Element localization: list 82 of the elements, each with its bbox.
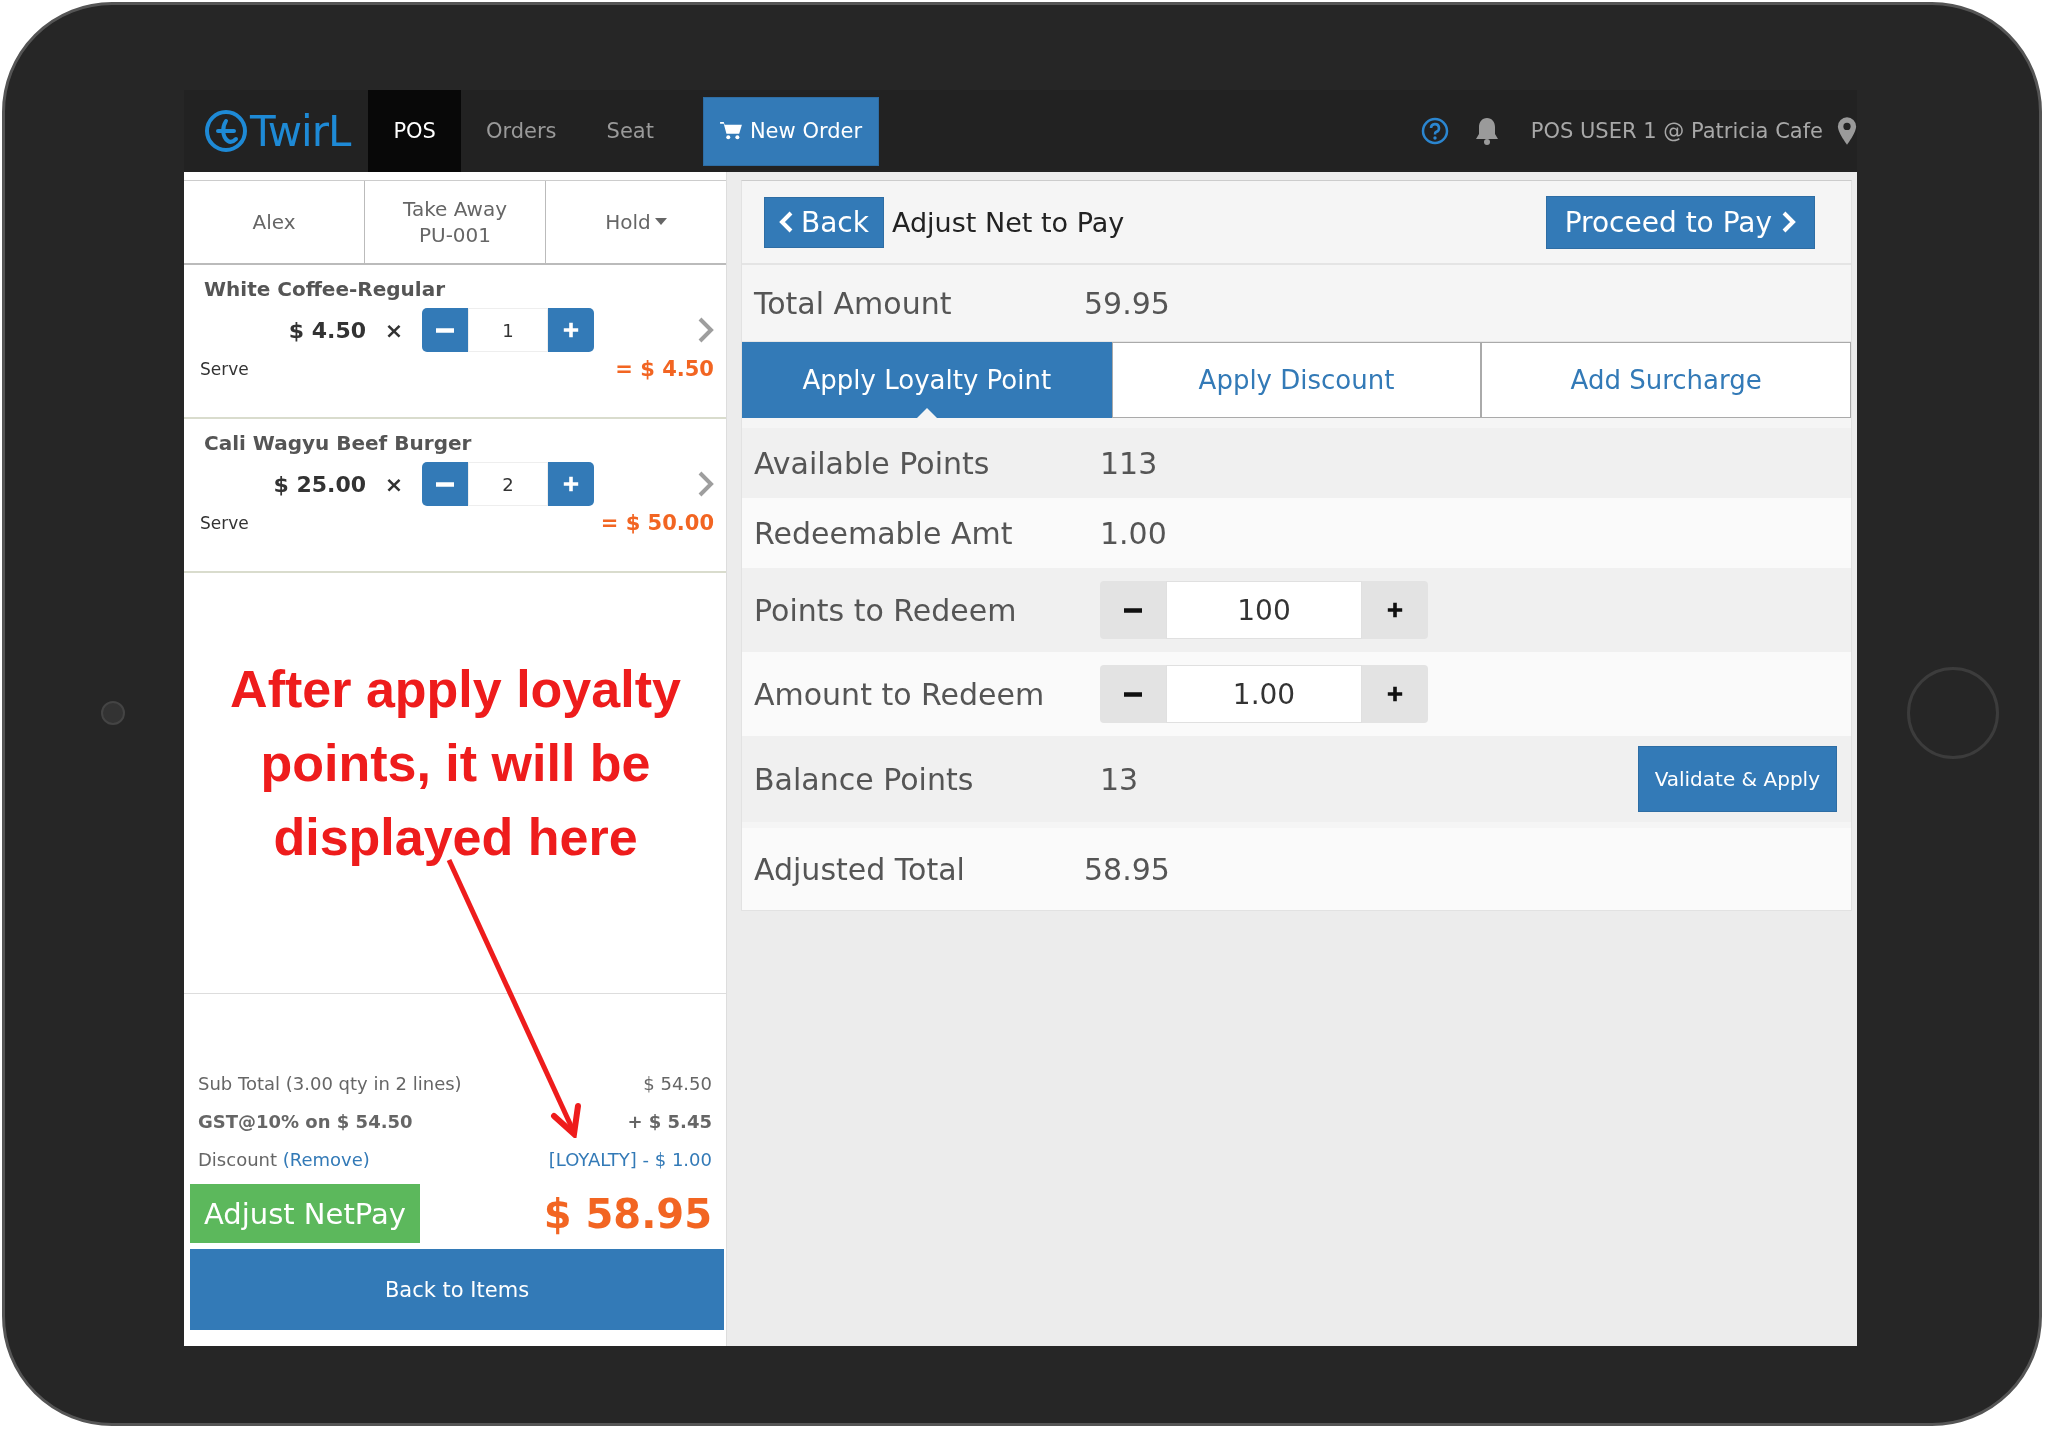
- decrease-button[interactable]: [422, 462, 468, 506]
- line-total: = $ 4.50: [615, 357, 714, 381]
- tab-label: Take Away: [403, 196, 507, 222]
- option-tab[interactable]: Add Surcharge: [1481, 342, 1851, 418]
- discount-value: [LOYALTY] - $ 1.00: [548, 1148, 712, 1170]
- location-pin-icon[interactable]: [1837, 117, 1857, 145]
- minus-icon: [436, 327, 454, 333]
- nav-tab[interactable]: POS: [368, 90, 461, 172]
- pointer-icon: [916, 408, 937, 418]
- chevron-left-icon: [779, 211, 793, 233]
- order-tab[interactable]: Take Away PU-001: [365, 181, 546, 263]
- nav-tab[interactable]: Orders: [460, 90, 582, 172]
- cart-icon: [719, 121, 742, 141]
- item-note: Serve: [200, 359, 249, 379]
- field-label: Available Points: [754, 445, 991, 481]
- plus-icon: [1386, 601, 1404, 619]
- option-tab[interactable]: Apply Discount: [1111, 342, 1482, 418]
- chevron-right-icon[interactable]: [698, 317, 714, 343]
- field-value: 13: [1100, 761, 1139, 797]
- field-value: 1.00: [1100, 515, 1167, 551]
- minus-icon: [1124, 607, 1142, 613]
- decrease-button[interactable]: [422, 308, 468, 352]
- panel-title: Adjust Net to Pay: [892, 206, 1125, 238]
- order-item[interactable]: White Coffee-Regular $ 4.50 × 1 Serve = $ 4.50: [184, 265, 726, 419]
- minus-icon: [1124, 691, 1142, 697]
- chevron-right-icon: [1782, 211, 1796, 233]
- tax-label: GST@10% on $ 54.50: [198, 1110, 413, 1132]
- tab-label: Hold: [605, 209, 651, 235]
- quantity-field[interactable]: 2: [468, 462, 548, 506]
- minus-icon: [436, 481, 454, 487]
- back-to-items-button[interactable]: Back to Items: [190, 1249, 724, 1330]
- validate-apply-button[interactable]: Validate & Apply: [1637, 746, 1837, 812]
- back-button[interactable]: Back: [764, 196, 884, 248]
- total-amount-label: Total Amount: [754, 285, 953, 321]
- item-name: White Coffee-Regular: [203, 277, 447, 301]
- subtotal-label: Sub Total (3.00 qty in 2 lines): [198, 1072, 462, 1094]
- help-icon[interactable]: [1420, 117, 1449, 145]
- increase-button[interactable]: [548, 308, 594, 352]
- plus-icon: [1386, 685, 1404, 703]
- field-value: 113: [1100, 445, 1158, 481]
- remove-link[interactable]: (Remove): [282, 1148, 370, 1170]
- increase-button[interactable]: [1362, 665, 1428, 723]
- chevron-right-icon[interactable]: [698, 471, 714, 497]
- line-total: = $ 50.00: [600, 511, 714, 535]
- new-order-button[interactable]: New Order: [702, 96, 880, 166]
- field-label: Amount to Redeem: [754, 676, 1046, 712]
- amount-field[interactable]: 100: [1166, 581, 1362, 639]
- times-sign: ×: [383, 317, 405, 343]
- item-price: $ 4.50: [287, 317, 366, 343]
- proceed-to-pay-button[interactable]: Proceed to Pay: [1545, 195, 1815, 249]
- annotation-text: After apply loyalty points, it will be displayed here: [229, 659, 682, 868]
- tab-label: Alex: [252, 209, 296, 235]
- subtotal-value: $ 54.50: [643, 1072, 712, 1094]
- increase-button[interactable]: [548, 462, 594, 506]
- decrease-button[interactable]: [1100, 665, 1166, 723]
- app-logo[interactable]: TwirL: [184, 90, 369, 172]
- quantity-field[interactable]: 1: [468, 308, 548, 352]
- item-note: Serve: [200, 513, 249, 533]
- field-label: Redeemable Amt: [754, 515, 1014, 551]
- plus-icon: [562, 321, 580, 339]
- field-label: Points to Redeem: [754, 592, 1018, 628]
- order-tab[interactable]: Hold: [546, 181, 726, 263]
- total-amount-value: 59.95: [1084, 285, 1170, 321]
- plus-icon: [562, 475, 580, 493]
- item-name: Cali Wagyu Beef Burger: [203, 431, 473, 455]
- nav-tab[interactable]: Seat: [581, 90, 679, 172]
- net-total: $ 58.95: [543, 1190, 712, 1237]
- user-label: POS USER 1 @ Patricia Cafe: [1530, 119, 1823, 143]
- tab-label: PU-001: [418, 222, 492, 248]
- amount-field[interactable]: 1.00: [1166, 665, 1362, 723]
- adjusted-total-label: Adjusted Total: [754, 851, 966, 887]
- option-tab[interactable]: Apply Loyalty Point: [742, 342, 1112, 418]
- decrease-button[interactable]: [1100, 581, 1166, 639]
- order-tab[interactable]: Alex: [184, 181, 365, 263]
- times-sign: ×: [383, 471, 405, 497]
- field-label: Balance Points: [754, 761, 975, 797]
- increase-button[interactable]: [1362, 581, 1428, 639]
- adjusted-total-value: 58.95: [1084, 851, 1170, 887]
- discount-label: Discount: [198, 1148, 278, 1170]
- item-price: $ 25.00: [272, 471, 366, 497]
- tax-value: + $ 5.45: [627, 1110, 712, 1132]
- order-item[interactable]: Cali Wagyu Beef Burger $ 25.00 × 2 Serve = $ 50.00: [184, 419, 726, 573]
